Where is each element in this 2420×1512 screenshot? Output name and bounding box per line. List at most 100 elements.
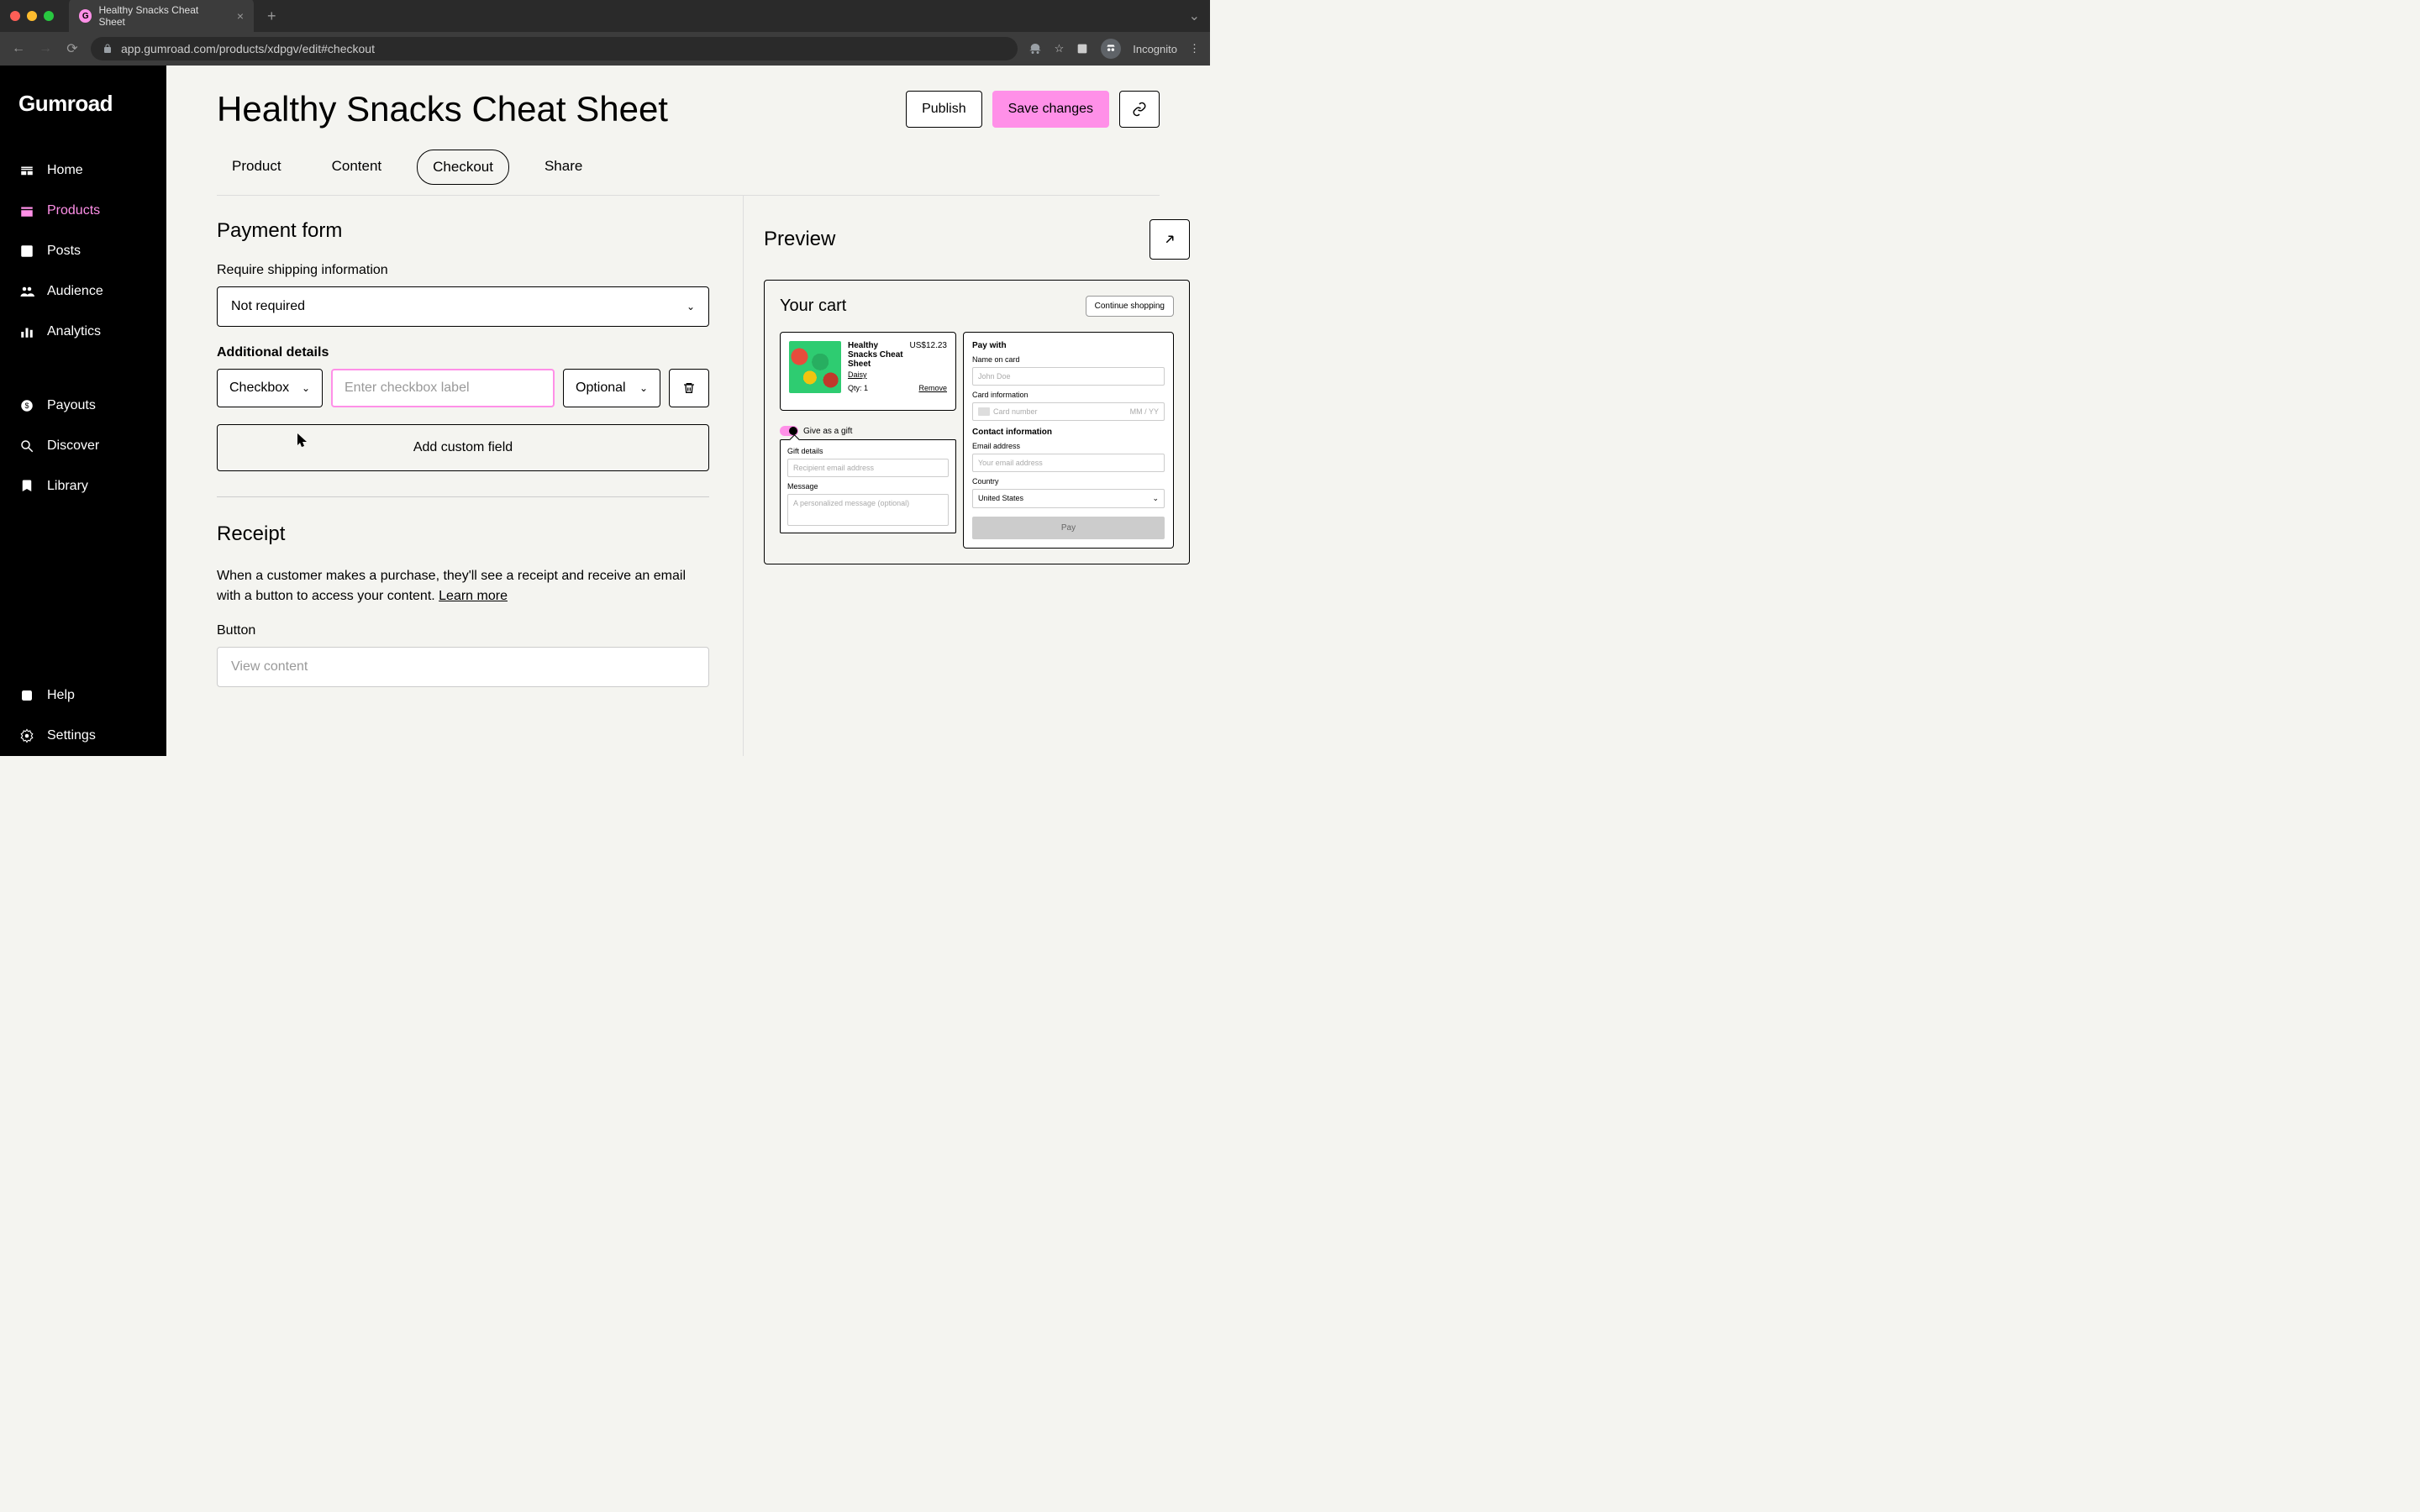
remove-item-link[interactable]: Remove	[918, 384, 947, 392]
receipt-title: Receipt	[217, 522, 709, 546]
qty-value: 1	[864, 384, 868, 392]
sidebar-item-posts[interactable]: Posts	[0, 231, 166, 271]
payment-form-title: Payment form	[217, 219, 709, 243]
name-on-card-input[interactable]: John Doe	[972, 367, 1165, 386]
name-on-card-label: Name on card	[972, 355, 1165, 364]
preview-frame: Your cart Continue shopping Healthy Snac	[764, 280, 1190, 564]
sidebar-item-label: Audience	[47, 284, 103, 299]
extensions-icon[interactable]	[1076, 42, 1089, 55]
menu-icon[interactable]: ⋮	[1189, 42, 1200, 55]
cart-seller-link[interactable]: Daisy	[848, 370, 947, 379]
library-icon	[18, 478, 35, 495]
sidebar-item-label: Library	[47, 479, 88, 494]
browser-tab[interactable]: G Healthy Snacks Cheat Sheet ×	[69, 0, 254, 34]
chevron-down-icon: ⌄	[302, 382, 310, 394]
sidebar-item-label: Analytics	[47, 324, 101, 339]
preview-column: Preview Your cart Continue shopping	[744, 196, 1210, 756]
sidebar-item-label: Help	[47, 688, 75, 703]
sidebar-item-label: Settings	[47, 728, 96, 743]
save-changes-button[interactable]: Save changes	[992, 91, 1109, 128]
chevron-down-icon: ⌄	[687, 301, 695, 312]
expand-preview-button[interactable]	[1150, 219, 1190, 260]
shipping-select[interactable]: Not required ⌄	[217, 286, 709, 327]
back-button[interactable]: ←	[10, 41, 27, 56]
contact-info-label: Contact information	[972, 428, 1165, 437]
country-label: Country	[972, 477, 1165, 486]
qty-label: Qty:	[848, 384, 862, 392]
sidebar-item-audience[interactable]: Audience	[0, 271, 166, 312]
tab-content[interactable]: Content	[317, 150, 397, 185]
sidebar-item-payouts[interactable]: $ Payouts	[0, 386, 166, 426]
gift-details-label: Gift details	[787, 447, 949, 455]
home-icon	[18, 162, 35, 179]
tab-checkout[interactable]: Checkout	[417, 150, 509, 185]
cart-item-card: Healthy Snacks Cheat Sheet US$12.23 Dais…	[780, 332, 956, 411]
new-tab-button[interactable]: +	[260, 8, 283, 25]
gift-message-label: Message	[787, 482, 949, 491]
field-type-value: Checkbox	[229, 381, 289, 396]
field-type-select[interactable]: Checkbox ⌄	[217, 369, 323, 407]
profile-avatar[interactable]	[1101, 39, 1121, 59]
chevron-down-icon: ⌄	[639, 382, 648, 394]
country-select[interactable]: United States ⌄	[972, 489, 1165, 508]
analytics-icon	[18, 323, 35, 340]
sidebar-item-settings[interactable]: Settings	[0, 716, 166, 756]
learn-more-link[interactable]: Learn more	[439, 589, 508, 603]
pay-button[interactable]: Pay	[972, 517, 1165, 539]
email-input[interactable]: Your email address	[972, 454, 1165, 472]
tab-close-icon[interactable]: ×	[237, 9, 244, 23]
sidebar-item-home[interactable]: Home	[0, 150, 166, 191]
tabs-dropdown-icon[interactable]: ⌄	[1189, 8, 1200, 24]
incognito-icon	[1028, 41, 1043, 56]
delete-field-button[interactable]	[669, 369, 709, 407]
divider	[217, 496, 709, 497]
reload-button[interactable]: ⟳	[64, 40, 81, 57]
sidebar-item-library[interactable]: Library	[0, 466, 166, 507]
tab-share[interactable]: Share	[529, 150, 597, 185]
sidebar-item-label: Payouts	[47, 398, 96, 413]
additional-details-label: Additional details	[217, 345, 709, 360]
button-text-input[interactable]: View content	[217, 647, 709, 687]
field-label-input[interactable]: Enter checkbox label	[331, 369, 555, 407]
email-label: Email address	[972, 442, 1165, 450]
svg-text:$: $	[24, 402, 29, 410]
expand-icon	[1162, 232, 1177, 247]
gift-toggle[interactable]	[780, 426, 798, 436]
card-expiry-input[interactable]: MM / YY	[1125, 403, 1164, 420]
recipient-email-input[interactable]: Recipient email address	[787, 459, 949, 477]
pay-with-label: Pay with	[972, 341, 1165, 350]
forward-button[interactable]: →	[37, 41, 54, 56]
close-window-button[interactable]	[10, 11, 20, 21]
continue-shopping-button[interactable]: Continue shopping	[1086, 296, 1174, 317]
link-icon	[1132, 102, 1147, 117]
payouts-icon: $	[18, 397, 35, 414]
browser-tab-bar: G Healthy Snacks Cheat Sheet × + ⌄	[0, 0, 1210, 32]
star-icon[interactable]: ☆	[1055, 42, 1065, 55]
sidebar-item-label: Home	[47, 163, 83, 178]
gift-message-input[interactable]: A personalized message (optional)	[787, 494, 949, 526]
gear-icon	[18, 727, 35, 744]
card-number-input[interactable]: Card number MM / YY	[972, 402, 1165, 421]
card-info-label: Card information	[972, 391, 1165, 399]
sidebar: Gumroad Home Products Posts Audience Ana…	[0, 66, 166, 756]
sidebar-item-help[interactable]: Help	[0, 675, 166, 716]
url-bar[interactable]: app.gumroad.com/products/xdpgv/edit#chec…	[91, 37, 1018, 60]
maximize-window-button[interactable]	[44, 11, 54, 21]
add-custom-field-button[interactable]: Add custom field	[217, 424, 709, 471]
url-text: app.gumroad.com/products/xdpgv/edit#chec…	[121, 42, 375, 55]
sidebar-item-analytics[interactable]: Analytics	[0, 312, 166, 352]
sidebar-item-discover[interactable]: Discover	[0, 426, 166, 466]
gift-details-card: Gift details Recipient email address Mes…	[780, 439, 956, 533]
cart-item-price: US$12.23	[910, 341, 947, 369]
form-column: Payment form Require shipping informatio…	[166, 196, 744, 756]
tab-product[interactable]: Product	[217, 150, 297, 185]
trash-icon	[682, 381, 696, 395]
field-required-select[interactable]: Optional ⌄	[563, 369, 660, 407]
lock-icon	[103, 43, 114, 55]
link-button[interactable]	[1119, 91, 1160, 128]
publish-button[interactable]: Publish	[906, 91, 981, 128]
help-icon	[18, 687, 35, 704]
minimize-window-button[interactable]	[27, 11, 37, 21]
sidebar-item-products[interactable]: Products	[0, 191, 166, 231]
card-icon	[978, 407, 990, 416]
